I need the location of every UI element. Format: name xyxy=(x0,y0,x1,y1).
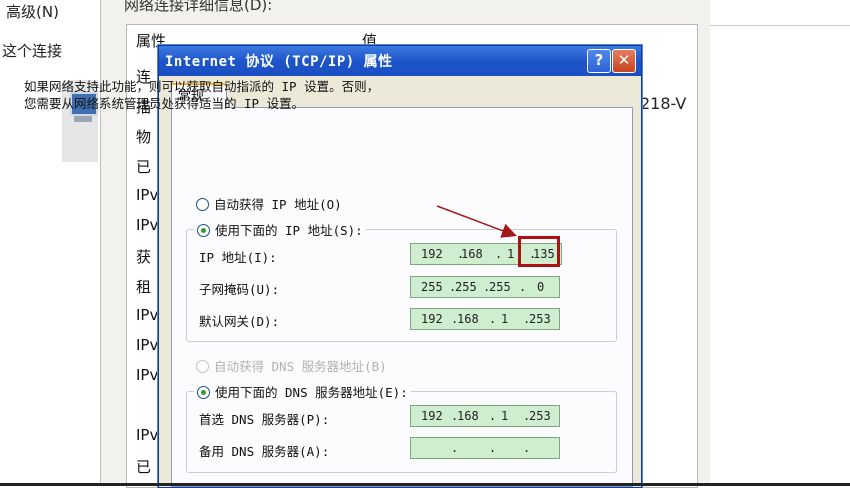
annotation-arrow-icon xyxy=(436,205,517,238)
